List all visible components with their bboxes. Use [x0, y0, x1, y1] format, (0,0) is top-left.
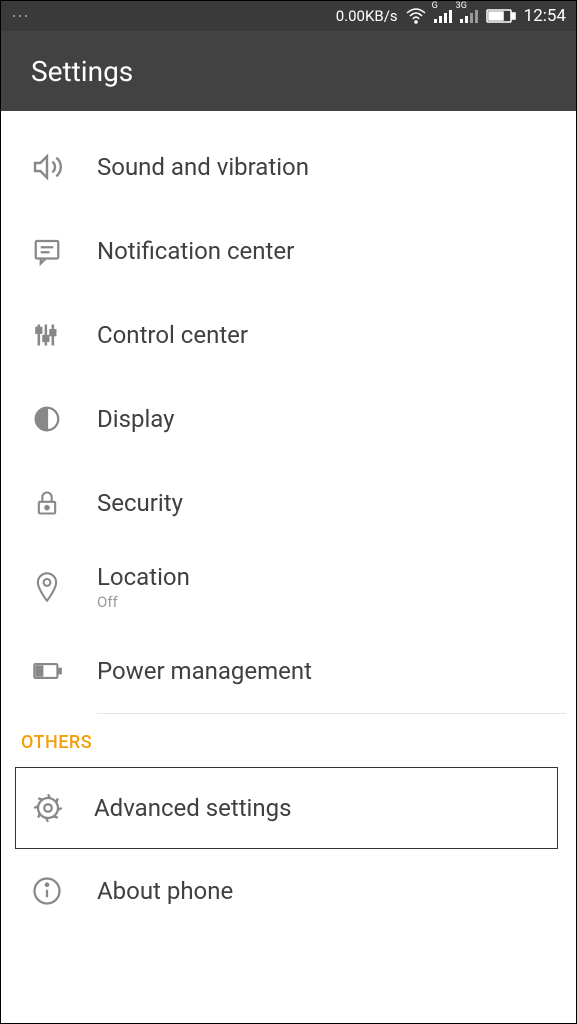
gear-icon — [30, 790, 66, 826]
settings-item-location[interactable]: Location Off — [1, 545, 576, 629]
settings-item-label: Advanced settings — [94, 794, 292, 822]
wifi-icon — [406, 8, 426, 24]
settings-item-about[interactable]: About phone — [1, 849, 576, 933]
status-menu-dots: ⋯ — [11, 6, 30, 27]
battery-icon — [486, 9, 516, 23]
settings-item-notification[interactable]: Notification center — [1, 209, 576, 293]
info-icon — [29, 873, 65, 909]
settings-item-label: About phone — [97, 877, 233, 905]
settings-item-label: Notification center — [97, 237, 294, 265]
signal-3g-icon: 3G — [460, 9, 478, 23]
settings-item-label: Display — [97, 405, 175, 433]
settings-item-advanced[interactable]: Advanced settings — [16, 768, 557, 848]
control-icon — [29, 317, 65, 353]
settings-item-sound[interactable]: Sound and vibration — [1, 125, 576, 209]
settings-item-power[interactable]: Power management — [1, 629, 576, 713]
settings-list: Sound and vibration Notification center — [1, 111, 576, 1023]
battery-icon — [29, 653, 65, 689]
settings-item-label: Sound and vibration — [97, 153, 309, 181]
page-title: Settings — [31, 55, 133, 88]
lock-icon — [29, 485, 65, 521]
notification-icon — [29, 233, 65, 269]
settings-item-sublabel: Off — [97, 593, 190, 611]
settings-item-label: Location — [97, 563, 190, 591]
sound-icon — [29, 149, 65, 185]
settings-item-security[interactable]: Security — [1, 461, 576, 545]
app-header: Settings — [1, 31, 576, 111]
clock: 12:54 — [524, 6, 566, 26]
signal-g-icon: G — [434, 9, 452, 23]
display-icon — [29, 401, 65, 437]
settings-item-label: Security — [97, 489, 183, 517]
status-bar: ⋯ 0.00KB/s G 3G — [1, 1, 576, 31]
settings-item-display[interactable]: Display — [1, 377, 576, 461]
settings-item-control[interactable]: Control center — [1, 293, 576, 377]
highlighted-item: Advanced settings — [15, 767, 558, 849]
settings-item-label: Power management — [97, 657, 312, 685]
data-speed: 0.00KB/s — [336, 7, 398, 25]
settings-item-label: Control center — [97, 321, 248, 349]
section-header-others: OTHERS — [1, 714, 576, 767]
location-icon — [29, 569, 65, 605]
